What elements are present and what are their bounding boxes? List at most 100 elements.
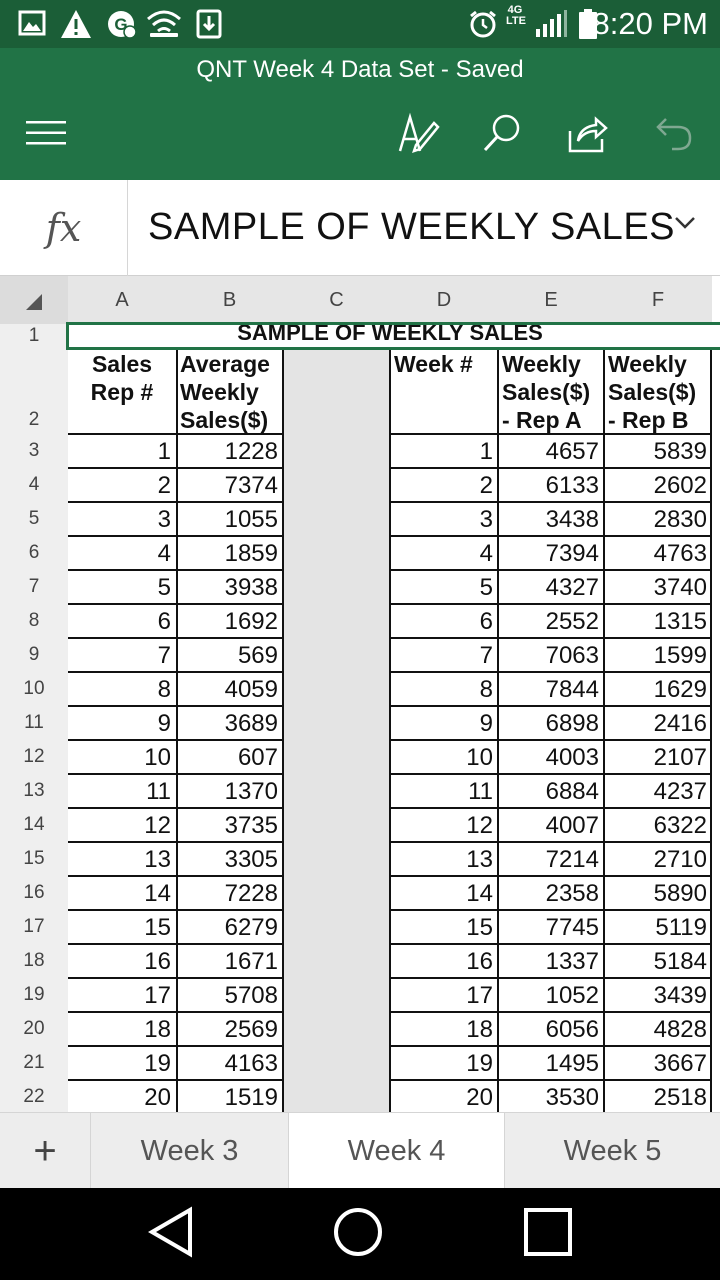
column-header-f[interactable]: F	[604, 276, 712, 324]
row-header-7[interactable]: 7	[0, 570, 68, 604]
table-cell[interactable]: 4327	[498, 570, 604, 604]
table-cell[interactable]: 6884	[498, 774, 604, 808]
table-cell[interactable]: 1859	[176, 536, 283, 570]
table-cell[interactable]: 1495	[498, 1046, 604, 1080]
table-cell[interactable]: 4	[68, 536, 176, 570]
table-cell[interactable]: 12	[68, 808, 176, 842]
header-cell-b[interactable]: Average Weekly Sales($)	[180, 350, 279, 434]
search-button[interactable]	[474, 110, 530, 160]
chevron-down-icon[interactable]	[674, 216, 696, 235]
table-cell[interactable]: 20	[68, 1080, 176, 1112]
row-header-22[interactable]: 22	[0, 1080, 68, 1112]
header-cell-f[interactable]: Weekly Sales($) - Rep B	[608, 350, 708, 434]
column-header-a[interactable]: A	[68, 276, 176, 324]
table-cell[interactable]: 7214	[498, 842, 604, 876]
row-header-2[interactable]: 2	[0, 348, 68, 434]
recents-button[interactable]	[518, 1206, 578, 1262]
table-cell[interactable]: 6133	[498, 468, 604, 502]
table-cell[interactable]: 20	[390, 1080, 498, 1112]
table-cell[interactable]: 7844	[498, 672, 604, 706]
table-cell[interactable]: 7	[68, 638, 176, 672]
row-header-3[interactable]: 3	[0, 434, 68, 468]
row-header-5[interactable]: 5	[0, 502, 68, 536]
row-header-11[interactable]: 11	[0, 706, 68, 740]
table-cell[interactable]: 4763	[604, 536, 712, 570]
row-header-20[interactable]: 20	[0, 1012, 68, 1046]
table-cell[interactable]: 19	[68, 1046, 176, 1080]
row-header-8[interactable]: 8	[0, 604, 68, 638]
table-cell[interactable]: 6279	[176, 910, 283, 944]
tab-week-3[interactable]: Week 3	[90, 1113, 288, 1189]
table-cell[interactable]: 1519	[176, 1080, 283, 1112]
row-header-4[interactable]: 4	[0, 468, 68, 502]
table-cell[interactable]: 10	[68, 740, 176, 774]
table-cell[interactable]: 3438	[498, 502, 604, 536]
row-header-1[interactable]: 1	[0, 324, 68, 348]
table-cell[interactable]: 7	[390, 638, 498, 672]
row-header-9[interactable]: 9	[0, 638, 68, 672]
table-cell[interactable]: 10	[390, 740, 498, 774]
table-cell[interactable]: 1337	[498, 944, 604, 978]
table-cell[interactable]: 18	[68, 1012, 176, 1046]
undo-button[interactable]	[646, 110, 702, 160]
row-header-13[interactable]: 13	[0, 774, 68, 808]
table-cell[interactable]: 11	[68, 774, 176, 808]
row-header-14[interactable]: 14	[0, 808, 68, 842]
table-cell[interactable]: 2	[68, 468, 176, 502]
table-cell[interactable]: 2830	[604, 502, 712, 536]
table-cell[interactable]: 2602	[604, 468, 712, 502]
table-cell[interactable]: 3	[390, 502, 498, 536]
table-cell[interactable]: 3305	[176, 842, 283, 876]
table-cell[interactable]: 2416	[604, 706, 712, 740]
column-header-d[interactable]: D	[390, 276, 498, 324]
table-cell[interactable]: 2107	[604, 740, 712, 774]
table-cell[interactable]: 1692	[176, 604, 283, 638]
share-button[interactable]	[560, 110, 616, 160]
table-cell[interactable]: 13	[68, 842, 176, 876]
table-cell[interactable]: 569	[176, 638, 283, 672]
formula-input[interactable]: SAMPLE OF WEEKLY SALES	[148, 206, 675, 249]
row-header-17[interactable]: 17	[0, 910, 68, 944]
table-cell[interactable]: 1	[390, 434, 498, 468]
table-cell[interactable]: 1052	[498, 978, 604, 1012]
table-cell[interactable]: 6898	[498, 706, 604, 740]
fx-label[interactable]: fx	[0, 180, 128, 276]
table-cell[interactable]: 7394	[498, 536, 604, 570]
table-cell[interactable]: 1315	[604, 604, 712, 638]
row-header-21[interactable]: 21	[0, 1046, 68, 1080]
table-cell[interactable]: 5890	[604, 876, 712, 910]
table-cell[interactable]: 17	[390, 978, 498, 1012]
column-header-b[interactable]: B	[176, 276, 283, 324]
table-cell[interactable]: 2710	[604, 842, 712, 876]
menu-button[interactable]	[18, 110, 74, 160]
column-header-c[interactable]: C	[283, 276, 390, 324]
header-cell-d[interactable]: Week #	[394, 350, 494, 434]
table-cell[interactable]: 18	[390, 1012, 498, 1046]
row-header-18[interactable]: 18	[0, 944, 68, 978]
table-cell[interactable]: 4657	[498, 434, 604, 468]
table-cell[interactable]: 6322	[604, 808, 712, 842]
table-cell[interactable]: 14	[390, 876, 498, 910]
row-header-19[interactable]: 19	[0, 978, 68, 1012]
table-cell[interactable]: 3740	[604, 570, 712, 604]
table-cell[interactable]: 13	[390, 842, 498, 876]
table-cell[interactable]: 4007	[498, 808, 604, 842]
table-cell[interactable]: 2552	[498, 604, 604, 638]
spreadsheet-grid[interactable]: A B C D E F 1 2 3 4 5 6 7 8 9 10 11 12 13 14 15 16 17 18 19 20 21 2…	[0, 276, 720, 1112]
table-cell[interactable]: 3735	[176, 808, 283, 842]
table-cell[interactable]: 9	[68, 706, 176, 740]
table-cell[interactable]: 16	[68, 944, 176, 978]
table-cell[interactable]: 2358	[498, 876, 604, 910]
table-cell[interactable]: 2518	[604, 1080, 712, 1112]
add-sheet-button[interactable]: +	[0, 1113, 90, 1189]
table-cell[interactable]: 7063	[498, 638, 604, 672]
table-cell[interactable]: 8	[68, 672, 176, 706]
table-cell[interactable]: 5	[68, 570, 176, 604]
table-cell[interactable]: 4163	[176, 1046, 283, 1080]
table-cell[interactable]: 5119	[604, 910, 712, 944]
table-cell[interactable]: 1055	[176, 502, 283, 536]
table-cell[interactable]: 9	[390, 706, 498, 740]
table-cell[interactable]: 3	[68, 502, 176, 536]
table-cell[interactable]: 19	[390, 1046, 498, 1080]
table-cell[interactable]: 3667	[604, 1046, 712, 1080]
